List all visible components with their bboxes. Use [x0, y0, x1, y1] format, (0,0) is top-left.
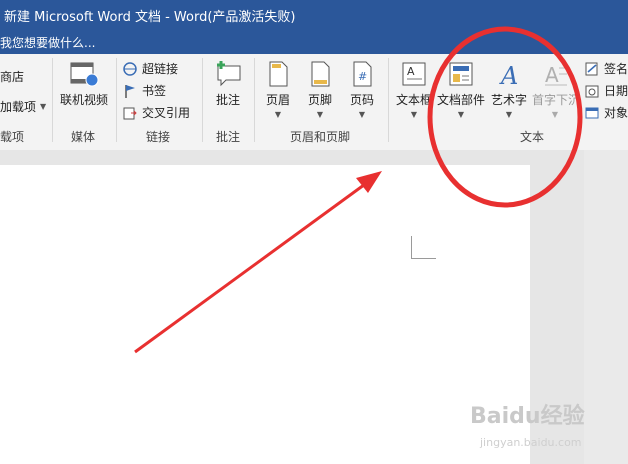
highlight-circle [427, 26, 583, 208]
annotation-arrow-line [134, 180, 369, 354]
annotation-overlay [134, 26, 583, 354]
watermark-url: jingyan.baidu.com [480, 436, 582, 449]
watermark-brand: Baidu经验 [470, 404, 585, 429]
